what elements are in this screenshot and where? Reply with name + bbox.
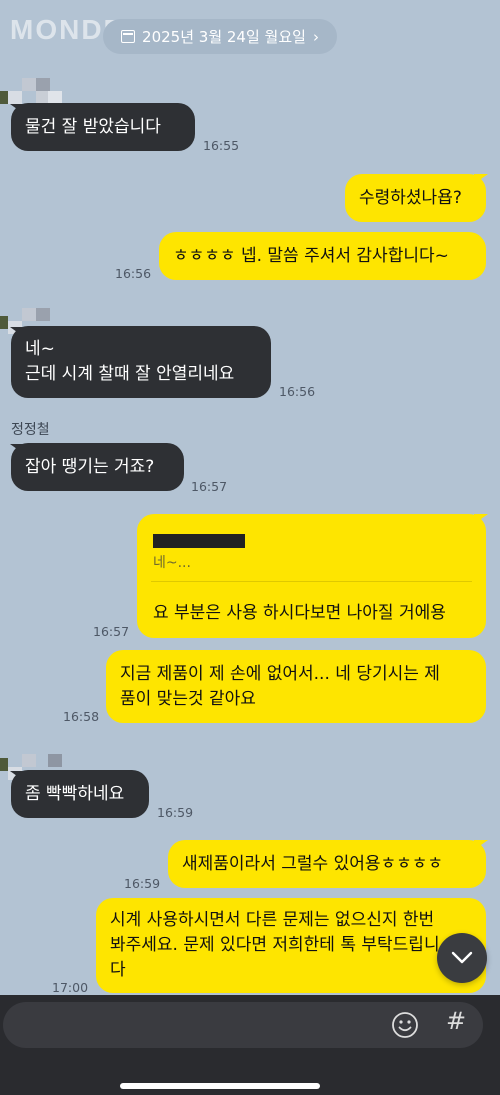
message-text: 품이 맞는것 같아요 (120, 688, 256, 709)
message-text: 좀 빡빡하네요 (25, 783, 125, 804)
message-text: 지금 제품이 제 손에 없어서... 네 당기시는 제 (120, 663, 440, 684)
message-text: 요 부분은 사용 하시다보면 나아질 거에용 (153, 603, 446, 623)
home-indicator[interactable] (120, 1083, 320, 1089)
message-bubble-outgoing[interactable]: ㅎㅎㅎㅎ 넵. 말씀 주셔서 감사합니다~ (159, 232, 486, 280)
emoji-icon[interactable] (391, 1011, 419, 1039)
message-text: 수령하셨나욥? (359, 187, 462, 208)
message-bubble-incoming[interactable]: 좀 빡빡하네요 (11, 770, 149, 818)
message-time: 17:00 (52, 980, 89, 995)
message-time: 16:56 (115, 266, 152, 281)
message-text: ㅎㅎㅎㅎ 넵. 말씀 주셔서 감사합니다~ (173, 245, 449, 266)
message-text: 새제품이라서 그럴수 있어용ㅎㅎㅎㅎ (182, 853, 444, 874)
message-text: 다 (110, 960, 126, 980)
avatar[interactable] (0, 78, 62, 106)
date-text: 2025년 3월 24일 월요일 (142, 28, 306, 46)
message-text: 잡아 땡기는 거죠? (25, 456, 155, 477)
message-text: 시계 사용하시면서 다른 문제는 없으신지 한번 (110, 910, 435, 930)
date-pill[interactable]: 2025년 3월 24일 월요일 › (103, 19, 337, 54)
chevron-right-icon: › (312, 27, 319, 46)
message-time: 16:57 (93, 624, 130, 639)
reply-message-bubble[interactable]: 네~... 요 부분은 사용 하시다보면 나아질 거에용 (137, 514, 486, 638)
message-time: 16:58 (63, 709, 100, 724)
message-time: 16:56 (279, 384, 316, 399)
redacted-quote-author (153, 534, 245, 548)
message-time: 16:59 (157, 805, 194, 820)
message-bubble-outgoing[interactable]: 지금 제품이 제 손에 없어서... 네 당기시는 제 품이 맞는것 같아요 (106, 650, 486, 723)
message-bubble-outgoing[interactable]: 새제품이라서 그럴수 있어용ㅎㅎㅎㅎ (168, 840, 486, 888)
message-bubble-incoming[interactable]: 잡아 땡기는 거죠? (11, 443, 184, 491)
message-text: 네~ (25, 339, 55, 359)
message-time: 16:55 (203, 138, 240, 153)
message-text: 봐주세요. 문제 있다면 저희한테 톡 부탁드립니 (110, 935, 440, 955)
message-bubble-outgoing[interactable]: 수령하셨나욥? (345, 174, 486, 222)
calendar-icon (121, 30, 136, 43)
message-text: 물건 잘 받았습니다 (25, 116, 161, 137)
reply-quote: 네~... (153, 555, 191, 571)
message-time: 16:57 (191, 479, 228, 494)
message-bubble-incoming[interactable]: 네~ 근데 시계 찰때 잘 안열리네요 (11, 326, 271, 398)
chevron-down-icon (451, 951, 473, 964)
scroll-to-bottom-button[interactable] (437, 933, 487, 983)
message-time: 16:59 (124, 876, 161, 891)
hash-icon[interactable]: # (446, 1007, 466, 1035)
sender-name: 정정철 (11, 422, 50, 438)
reply-divider (151, 581, 472, 582)
message-text: 근데 시계 찰때 잘 안열리네요 (25, 364, 235, 384)
message-bubble-incoming[interactable]: 물건 잘 받았습니다 (11, 103, 195, 151)
message-bubble-outgoing[interactable]: 시계 사용하시면서 다른 문제는 없으신지 한번 봐주세요. 문제 있다면 저희… (96, 898, 486, 993)
